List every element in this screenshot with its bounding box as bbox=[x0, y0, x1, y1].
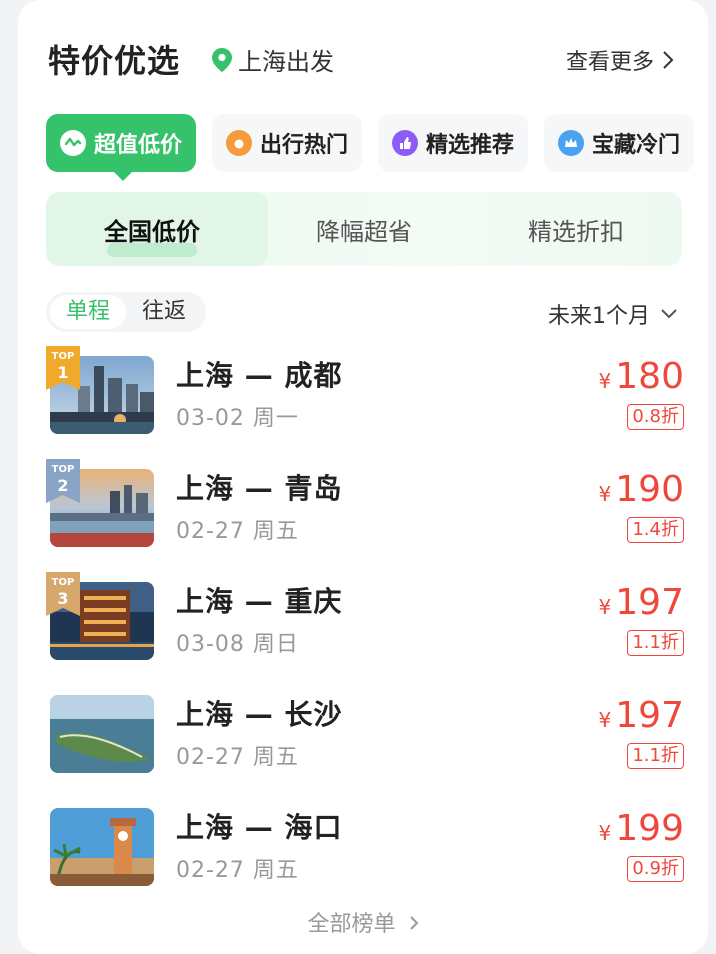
flight-date: 02-27 周五 bbox=[176, 519, 299, 544]
list-item[interactable]: 上海 — 海口 02-27 周五 ¥199 0.9折 bbox=[48, 804, 684, 904]
badge-top-text: TOP bbox=[52, 577, 75, 588]
crown-icon bbox=[558, 130, 585, 156]
route-name: 上海 — 成都 bbox=[176, 359, 343, 392]
category-tabs: 超值低价 出行热门 精选推荐 宝藏冷门 bbox=[18, 100, 708, 190]
list-item[interactable]: 上海 — 长沙 02-27 周五 ¥197 1.1折 bbox=[48, 691, 684, 791]
view-more-link[interactable]: 查看更多 bbox=[566, 44, 674, 76]
price: ¥197 bbox=[599, 695, 684, 736]
round-trip-option[interactable]: 往返 bbox=[126, 295, 202, 329]
subtab-discount[interactable]: 精选折扣 bbox=[470, 212, 682, 247]
chevron-right-icon bbox=[409, 916, 418, 930]
price-value: 180 bbox=[615, 356, 684, 397]
badge-top-text: TOP bbox=[52, 464, 75, 475]
destination-image-changsha bbox=[50, 695, 154, 773]
flight-date: 02-27 周五 bbox=[176, 745, 299, 770]
subtab-national-low[interactable]: 全国低价 bbox=[46, 212, 258, 257]
price: ¥180 bbox=[599, 356, 684, 397]
departure-location[interactable]: 上海出发 bbox=[212, 42, 334, 77]
location-pin-icon bbox=[212, 47, 232, 72]
price-value: 197 bbox=[615, 695, 684, 736]
chevron-right-icon bbox=[663, 51, 674, 69]
category-tab-hidden-gems[interactable]: 宝藏冷门 bbox=[544, 114, 695, 172]
chart-wave-icon bbox=[60, 130, 86, 156]
route-name: 上海 — 重庆 bbox=[176, 585, 343, 618]
currency-symbol: ¥ bbox=[598, 369, 612, 393]
route-name: 上海 — 长沙 bbox=[176, 698, 343, 731]
chevron-down-icon bbox=[661, 309, 677, 319]
period-label: 未来1个月 bbox=[548, 304, 650, 329]
price-value: 197 bbox=[615, 582, 684, 623]
rank-badge-top1: TOP 1 bbox=[46, 346, 80, 390]
rank-badge-top3: TOP 3 bbox=[46, 572, 80, 616]
all-rankings-label: 全部榜单 bbox=[307, 912, 396, 937]
thumbs-up-icon bbox=[392, 130, 419, 156]
discount-badge: 0.8折 bbox=[627, 404, 684, 430]
badge-rank-number: 3 bbox=[57, 589, 68, 608]
currency-symbol: ¥ bbox=[598, 708, 612, 732]
currency-symbol: ¥ bbox=[598, 595, 612, 619]
all-rankings-link[interactable]: 全部榜单 bbox=[18, 906, 708, 938]
flight-date: 03-08 周日 bbox=[176, 632, 299, 657]
currency-symbol: ¥ bbox=[598, 821, 612, 845]
badge-rank-number: 2 bbox=[57, 476, 68, 495]
route-name: 上海 — 青岛 bbox=[176, 472, 343, 505]
badge-rank-number: 1 bbox=[57, 363, 68, 382]
subtab-label: 全国低价 bbox=[104, 217, 200, 246]
category-tab-recommended[interactable]: 精选推荐 bbox=[378, 114, 529, 172]
ranking-subtabs: 全国低价 降幅超省 精选折扣 bbox=[46, 192, 682, 266]
discount-badge: 1.1折 bbox=[627, 630, 684, 656]
category-label: 出行热门 bbox=[260, 133, 349, 158]
period-select[interactable]: 未来1个月 bbox=[548, 298, 678, 330]
flight-date: 03-02 周一 bbox=[176, 406, 299, 431]
deals-card: 特价优选 上海出发 查看更多 超值低价 出行热门 精选推荐 宝藏冷门 全国低价 … bbox=[18, 0, 708, 954]
currency-symbol: ¥ bbox=[598, 482, 612, 506]
category-label: 超值低价 bbox=[94, 133, 183, 158]
view-more-label: 查看更多 bbox=[565, 50, 654, 75]
price: ¥199 bbox=[599, 808, 684, 849]
subtab-label: 精选折扣 bbox=[528, 217, 624, 246]
section-title: 特价优选 bbox=[48, 42, 181, 80]
price: ¥197 bbox=[599, 582, 684, 623]
price: ¥190 bbox=[599, 469, 684, 510]
price-value: 190 bbox=[615, 469, 684, 510]
category-tab-value[interactable]: 超值低价 bbox=[46, 114, 197, 181]
subtab-price-drop[interactable]: 降幅超省 bbox=[258, 212, 470, 247]
category-tab-popular[interactable]: 出行热门 bbox=[212, 114, 363, 172]
fire-icon bbox=[226, 130, 253, 156]
discount-badge: 0.9折 bbox=[627, 856, 684, 882]
list-item[interactable]: TOP 1 上海 — 成都 03-02 周一 ¥180 0.8折 bbox=[46, 346, 684, 452]
subtab-label: 降幅超省 bbox=[316, 217, 412, 246]
category-label: 精选推荐 bbox=[426, 133, 515, 158]
list-item[interactable]: TOP 3 上海 — 重庆 03-08 周日 ¥197 1.1折 bbox=[46, 572, 684, 678]
trip-type-toggle: 单程 往返 bbox=[46, 292, 207, 332]
flight-date: 02-27 周五 bbox=[176, 858, 299, 883]
list-item[interactable]: TOP 2 上海 — 青岛 02-27 周五 ¥190 1.4折 bbox=[46, 459, 684, 565]
route-name: 上海 — 海口 bbox=[176, 811, 343, 844]
category-label: 宝藏冷门 bbox=[592, 133, 681, 158]
badge-top-text: TOP bbox=[52, 351, 75, 362]
location-label: 上海出发 bbox=[238, 48, 334, 76]
rank-badge-top2: TOP 2 bbox=[46, 459, 80, 503]
discount-badge: 1.4折 bbox=[627, 517, 684, 543]
price-value: 199 bbox=[615, 808, 684, 849]
one-way-option[interactable]: 单程 bbox=[50, 295, 127, 329]
destination-image-haikou bbox=[50, 808, 154, 886]
discount-badge: 1.1折 bbox=[627, 743, 684, 769]
